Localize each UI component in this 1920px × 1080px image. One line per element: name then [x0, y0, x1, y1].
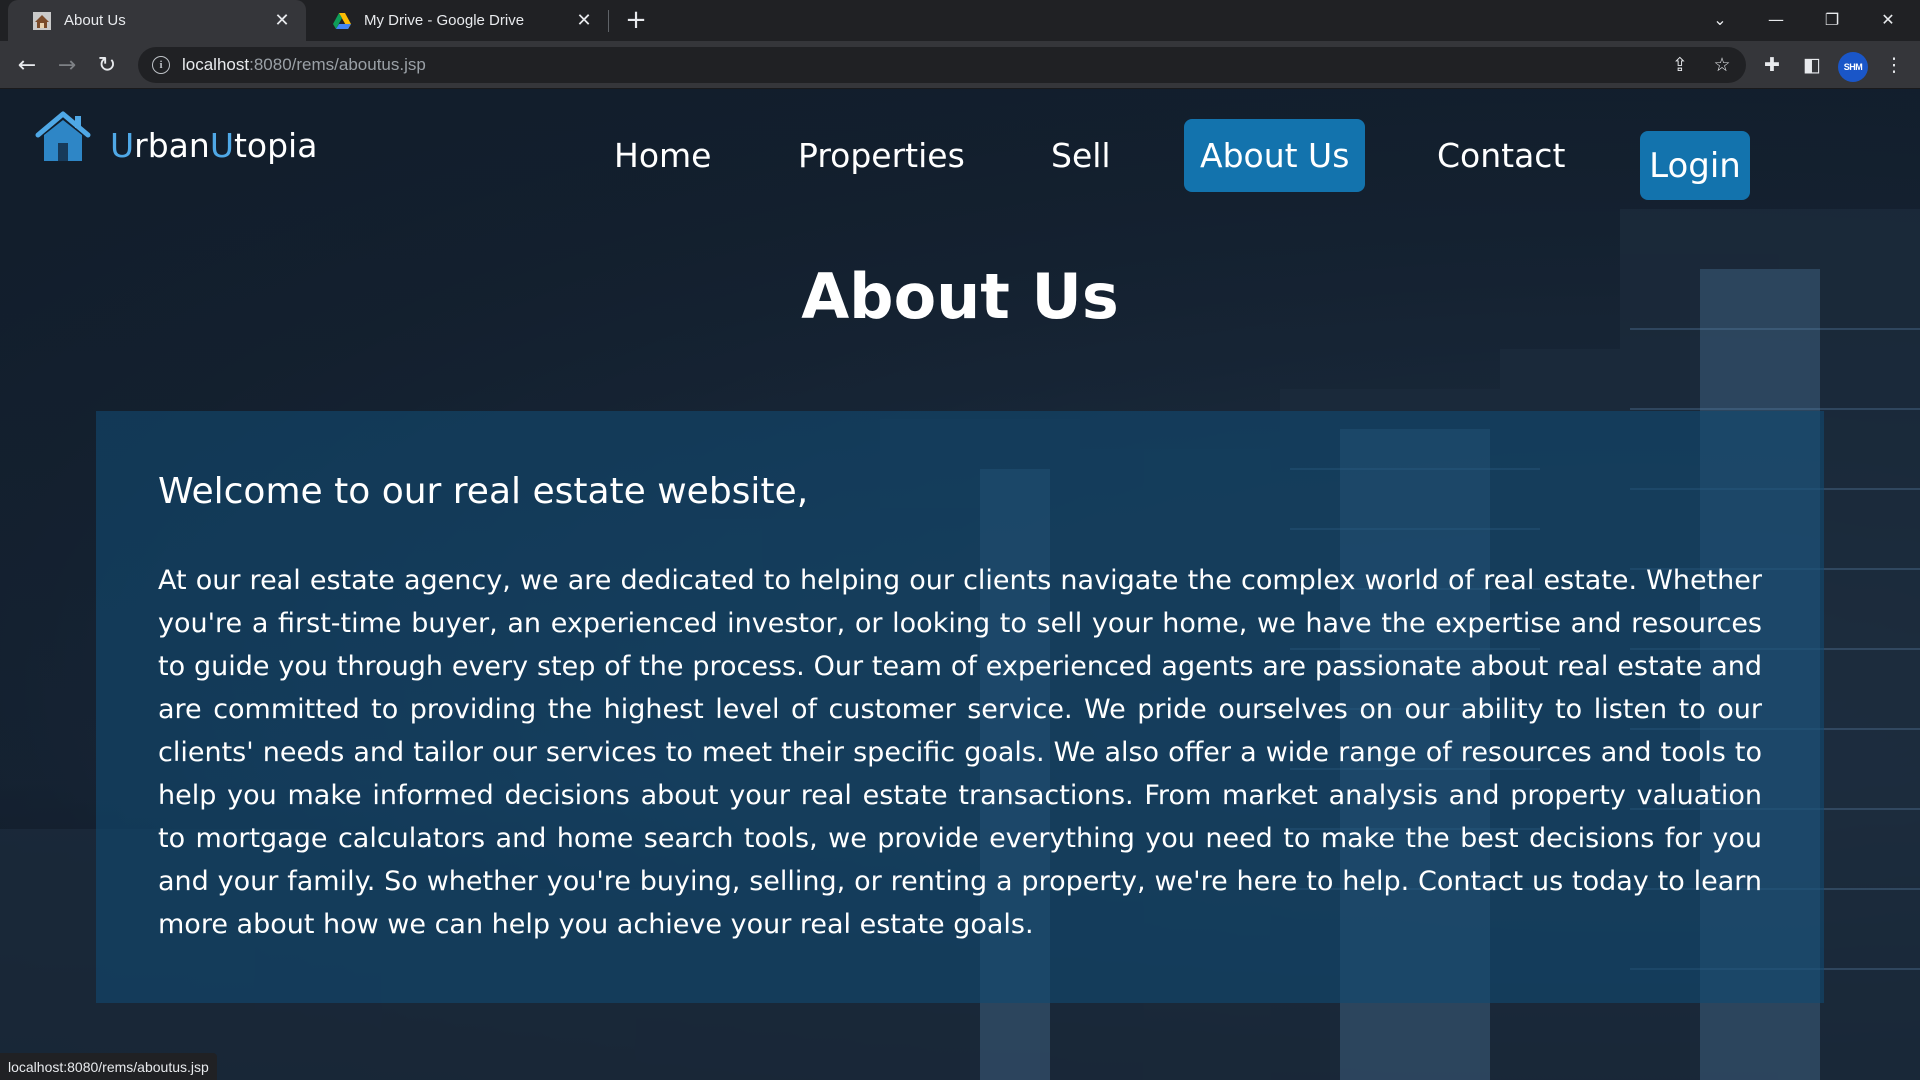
nav-about-us[interactable]: About Us: [1184, 119, 1366, 192]
site-info-icon[interactable]: i: [152, 56, 170, 74]
google-drive-icon: [333, 12, 351, 29]
nav-sell[interactable]: Sell: [1035, 119, 1127, 192]
page-viewport: UrbanUtopia Home Properties Sell About U…: [0, 89, 1920, 1080]
bookmark-star-icon[interactable]: ☆: [1704, 47, 1740, 83]
new-tab-plus-icon[interactable]: +: [622, 5, 650, 35]
close-tab-icon[interactable]: ✕: [272, 10, 292, 31]
reload-icon[interactable]: ↻: [91, 49, 123, 81]
status-bar-url: localhost:8080/rems/aboutus.jsp: [0, 1053, 217, 1080]
share-icon[interactable]: ⇪: [1662, 47, 1698, 83]
about-paragraph: At our real estate agency, we are dedica…: [158, 565, 1762, 940]
browser-toolbar: ← → ↻ i localhost:8080/rems/aboutus.jsp …: [0, 41, 1920, 89]
main-navigation: Home Properties Sell About Us Contact: [0, 119, 1920, 199]
tab-google-drive[interactable]: My Drive - Google Drive ✕: [308, 0, 608, 41]
url-host: localhost: [182, 55, 250, 74]
nav-home[interactable]: Home: [598, 119, 727, 192]
tab-title: My Drive - Google Drive: [364, 12, 525, 29]
close-tab-icon[interactable]: ✕: [574, 10, 594, 31]
about-content-panel: Welcome to our real estate website, At o…: [96, 411, 1824, 1003]
nav-contact[interactable]: Contact: [1421, 119, 1581, 192]
extensions-puzzle-icon[interactable]: ✚: [1756, 49, 1788, 81]
address-bar[interactable]: i localhost:8080/rems/aboutus.jsp ⇪ ☆: [138, 47, 1746, 83]
browser-tabstrip: About Us ✕ My Drive - Google Drive ✕ + ⌄…: [0, 0, 1920, 41]
tab-search-chevron-icon[interactable]: ⌄: [1692, 0, 1748, 38]
welcome-heading: Welcome to our real estate website,: [158, 471, 809, 512]
close-window-icon[interactable]: ✕: [1860, 0, 1916, 38]
forward-arrow-icon[interactable]: →: [51, 49, 83, 81]
page-title: About Us: [801, 260, 1119, 333]
kebab-menu-icon[interactable]: ⋮: [1878, 49, 1910, 81]
site-header: UrbanUtopia Home Properties Sell About U…: [0, 89, 1920, 209]
tab-separator: [608, 10, 609, 32]
restore-window-icon[interactable]: ❐: [1804, 0, 1860, 38]
tab-title: About Us: [64, 12, 126, 29]
back-arrow-icon[interactable]: ←: [11, 49, 43, 81]
house-favicon-icon: [33, 11, 51, 30]
tab-about-us[interactable]: About Us ✕: [8, 0, 306, 41]
login-button[interactable]: Login: [1640, 131, 1750, 200]
nav-properties[interactable]: Properties: [782, 119, 981, 192]
url-path: :8080/rems/aboutus.jsp: [249, 55, 426, 74]
minimize-icon[interactable]: —: [1748, 0, 1804, 38]
profile-avatar[interactable]: SHM: [1838, 52, 1868, 82]
side-panel-icon[interactable]: ◧: [1796, 49, 1828, 81]
